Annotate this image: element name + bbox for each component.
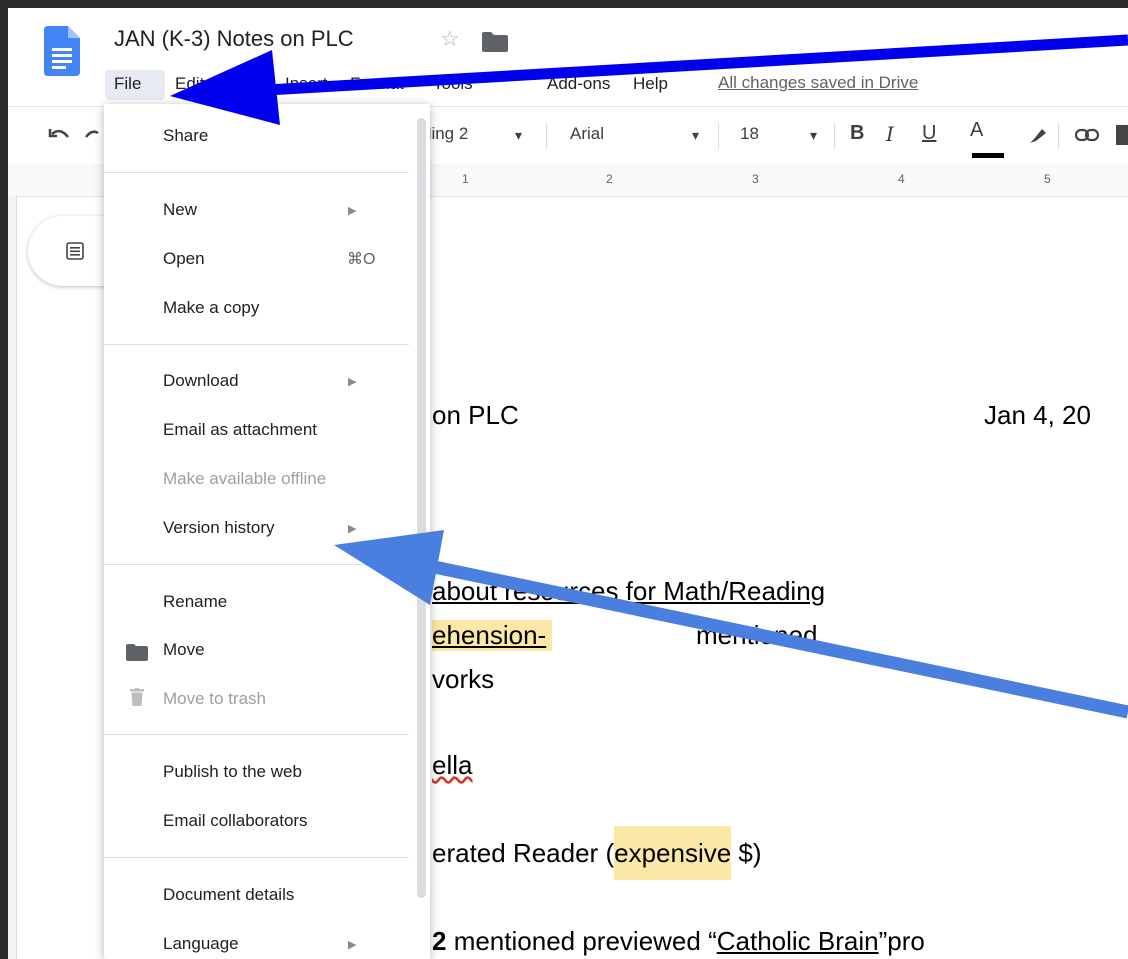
file-menu-dropdown: Share New ▶ Open ⌘O Make a copy Download… <box>104 104 430 959</box>
document-title[interactable]: JAN (K-3) Notes on PLC <box>114 26 354 52</box>
doc-line-comprehension[interactable]: ehension- <box>432 620 553 651</box>
doc-line-mentioned[interactable]: mentioned <box>696 620 817 651</box>
folder-move-icon <box>126 644 148 661</box>
menu-help[interactable]: Help <box>633 74 668 94</box>
menu-edit[interactable]: Edit <box>175 74 204 94</box>
menu-insert[interactable]: Insert <box>285 74 328 94</box>
doc-heading-date[interactable]: Jan 4, 20 <box>984 400 1091 431</box>
new-submenu-arrow-icon: ▶ <box>348 205 357 217</box>
menu-item-language[interactable]: Language <box>163 934 239 954</box>
vertical-ruler[interactable] <box>8 196 17 959</box>
menu-item-version-history[interactable]: Version history <box>163 518 275 538</box>
undo-icon[interactable] <box>48 125 72 145</box>
horizontal-ruler[interactable]: 1 2 3 4 5 <box>418 164 1128 197</box>
language-submenu-arrow-icon: ▶ <box>348 939 357 951</box>
highlight-pen-icon[interactable] <box>1026 125 1048 147</box>
bold-button[interactable]: B <box>850 122 864 145</box>
italic-button[interactable]: I <box>886 122 894 146</box>
menu-item-download[interactable]: Download <box>163 371 239 391</box>
doc-line-works[interactable]: vorks <box>432 664 494 695</box>
menu-view[interactable]: View <box>230 74 267 94</box>
download-submenu-arrow-icon: ▶ <box>348 376 357 388</box>
star-icon[interactable]: ☆ <box>440 26 460 52</box>
style-dropdown-icon[interactable]: ▾ <box>515 127 522 144</box>
menu-addons[interactable]: Add-ons <box>547 74 610 94</box>
trash-icon <box>130 688 144 706</box>
menu-format[interactable]: Format <box>350 74 404 94</box>
text-color-indicator <box>972 153 1004 158</box>
menu-item-email-collaborators[interactable]: Email collaborators <box>163 811 308 831</box>
menu-item-share[interactable]: Share <box>163 126 208 146</box>
menu-item-open[interactable]: Open <box>163 249 205 269</box>
font-select[interactable]: Arial <box>570 124 604 144</box>
underline-button[interactable]: U <box>922 122 936 145</box>
open-shortcut: ⌘O <box>347 251 376 268</box>
doc-line-reader[interactable]: erated Reader (expensive $) <box>432 826 762 880</box>
menu-item-new[interactable]: New <box>163 200 197 220</box>
link-icon[interactable] <box>1074 127 1100 143</box>
google-docs-logo-icon[interactable] <box>44 26 80 76</box>
menu-item-publish[interactable]: Publish to the web <box>163 762 302 782</box>
menu-file[interactable]: File <box>114 74 141 94</box>
outline-list-icon[interactable] <box>66 242 84 260</box>
menu-item-move-trash: Move to trash <box>163 689 266 708</box>
menu-item-email-attachment[interactable]: Email as attachment <box>163 420 317 440</box>
menu-scrollbar[interactable] <box>417 118 426 898</box>
font-dropdown-icon[interactable]: ▾ <box>692 127 699 144</box>
menu-item-document-details[interactable]: Document details <box>163 885 294 905</box>
doc-heading-left[interactable]: on PLC <box>432 400 519 431</box>
folder-icon[interactable] <box>482 32 508 52</box>
doc-line-catholic-brain[interactable]: 2 mentioned previewed “Catholic Brain”pr… <box>432 926 925 957</box>
redo-icon[interactable] <box>82 125 102 145</box>
menu-item-make-offline: Make available offline <box>163 469 327 488</box>
menu-tools[interactable]: Tools <box>433 74 473 94</box>
version-submenu-arrow-icon: ▶ <box>348 523 357 535</box>
doc-line-resources[interactable]: about resources for Math/Reading <box>432 576 825 607</box>
save-status[interactable]: All changes saved in Drive <box>718 73 918 93</box>
size-dropdown-icon[interactable]: ▾ <box>810 127 817 144</box>
menu-item-rename[interactable]: Rename <box>163 592 227 612</box>
comment-icon[interactable] <box>1116 125 1128 145</box>
font-size-select[interactable]: 18 <box>740 124 759 144</box>
menu-item-make-copy[interactable]: Make a copy <box>163 298 259 318</box>
doc-line-ella[interactable]: ella <box>432 750 472 781</box>
menu-item-move[interactable]: Move <box>163 640 205 660</box>
text-color-button[interactable]: A <box>970 119 983 142</box>
docs-window: JAN (K-3) Notes on PLC ☆ File Edit View … <box>8 8 1128 959</box>
